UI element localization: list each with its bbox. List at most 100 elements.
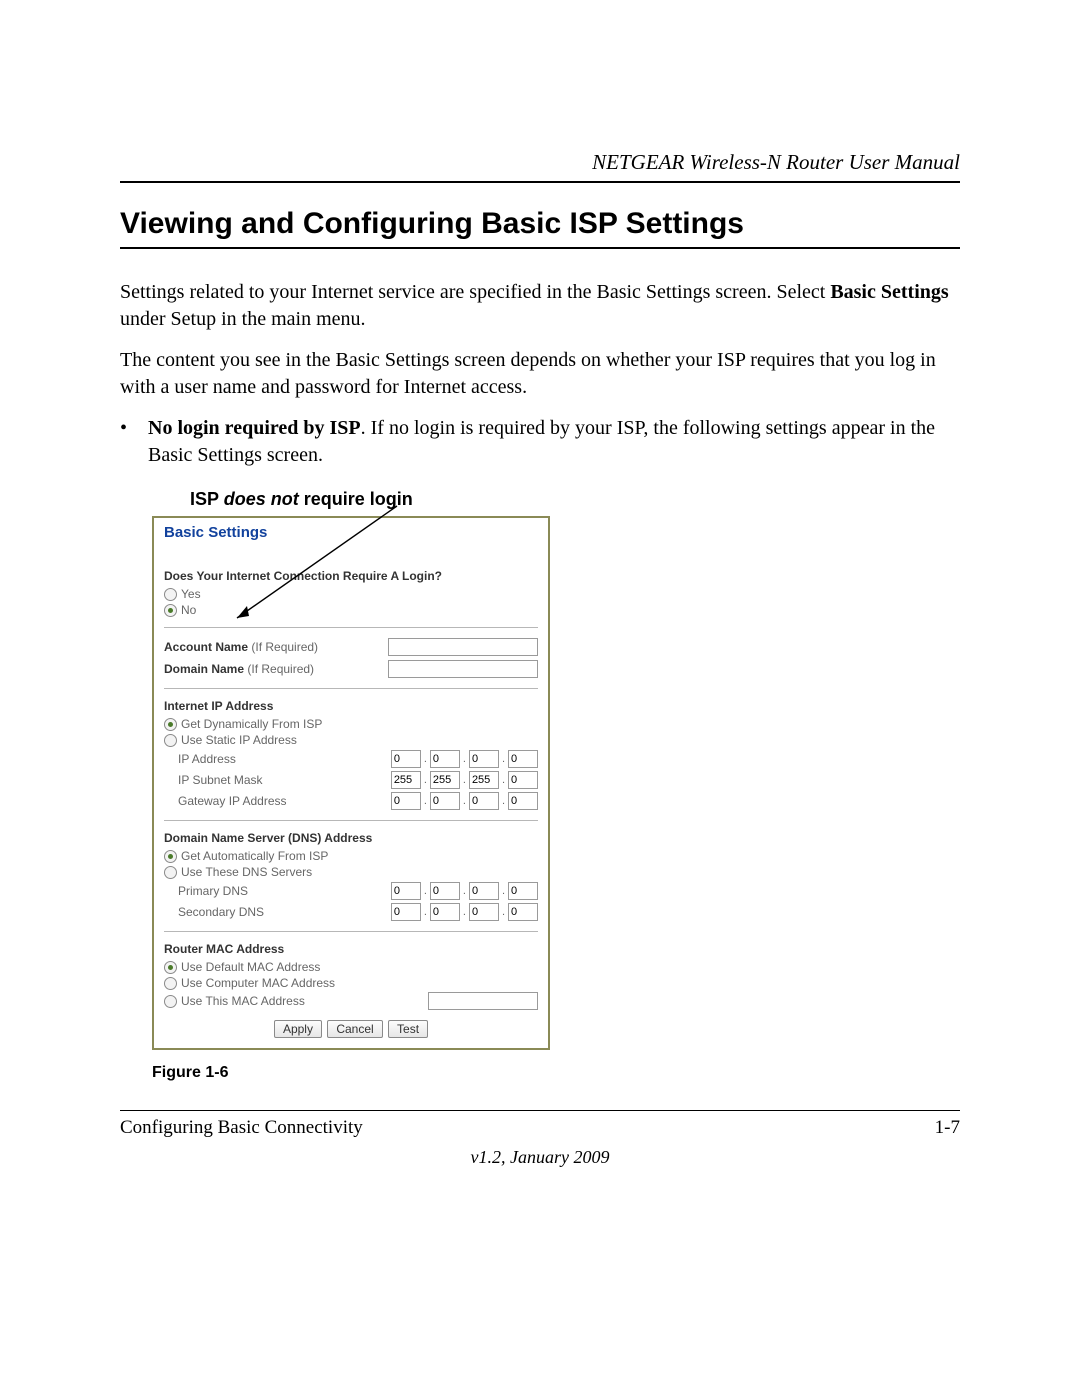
label-dns-auto: Get Automatically From ISP xyxy=(181,849,328,863)
option-yes[interactable]: Yes xyxy=(164,587,538,601)
ip-address-4[interactable] xyxy=(508,750,538,768)
mac-address-input[interactable] xyxy=(428,992,538,1010)
figure-caption: Figure 1-6 xyxy=(152,1064,960,1082)
internet-ip-heading: Internet IP Address xyxy=(164,699,538,713)
domain-name-input[interactable] xyxy=(388,660,538,678)
label-yes: Yes xyxy=(181,587,201,601)
option-mac-this[interactable]: Use This MAC Address xyxy=(164,992,538,1010)
ip-address-3[interactable] xyxy=(469,750,499,768)
gateway-3[interactable] xyxy=(469,792,499,810)
label-dynamic-isp: Get Dynamically From ISP xyxy=(181,717,322,731)
page-number: 1-7 xyxy=(935,1117,960,1139)
gateway-2[interactable] xyxy=(430,792,460,810)
divider xyxy=(164,820,538,821)
paragraph-1c: under Setup in the main menu. xyxy=(120,308,366,330)
divider xyxy=(164,931,538,932)
figure-callout: ISP does not require login xyxy=(190,489,960,510)
manual-title: NETGEAR Wireless-N Router User Manual xyxy=(120,150,960,175)
gateway-1[interactable] xyxy=(391,792,421,810)
secondary-dns-3[interactable] xyxy=(469,903,499,921)
secondary-dns-4[interactable] xyxy=(508,903,538,921)
radio-mac-computer[interactable] xyxy=(164,977,177,990)
if-required-1: (If Required) xyxy=(248,640,318,654)
subnet-2[interactable] xyxy=(430,771,460,789)
option-static-ip[interactable]: Use Static IP Address xyxy=(164,733,538,747)
primary-dns-2[interactable] xyxy=(430,882,460,900)
gateway-4[interactable] xyxy=(508,792,538,810)
heading-rule xyxy=(120,247,960,249)
radio-yes[interactable] xyxy=(164,588,177,601)
radio-static-ip[interactable] xyxy=(164,734,177,747)
basic-settings-panel: Basic Settings Does Your Internet Connec… xyxy=(152,516,550,1050)
bullet-marker: • xyxy=(120,415,148,469)
secondary-dns-1[interactable] xyxy=(391,903,421,921)
radio-mac-this[interactable] xyxy=(164,995,177,1008)
domain-name-text: Domain Name xyxy=(164,662,244,676)
subnet-3[interactable] xyxy=(469,771,499,789)
paragraph-1a: Settings related to your Internet servic… xyxy=(120,281,830,303)
mac-heading: Router MAC Address xyxy=(164,942,538,956)
subnet-1[interactable] xyxy=(391,771,421,789)
ip-address-fields: . . . xyxy=(391,750,538,768)
account-name-label: Account Name (If Required) xyxy=(164,640,318,654)
subnet-4[interactable] xyxy=(508,771,538,789)
dns-heading: Domain Name Server (DNS) Address xyxy=(164,831,538,845)
callout-a: ISP xyxy=(190,489,224,509)
primary-dns-4[interactable] xyxy=(508,882,538,900)
radio-dynamic-isp[interactable] xyxy=(164,718,177,731)
radio-no[interactable] xyxy=(164,604,177,617)
header-rule xyxy=(120,181,960,183)
primary-dns-1[interactable] xyxy=(391,882,421,900)
ip-address-2[interactable] xyxy=(430,750,460,768)
primary-dns-label: Primary DNS xyxy=(178,884,248,898)
label-mac-computer: Use Computer MAC Address xyxy=(181,976,335,990)
label-mac-this: Use This MAC Address xyxy=(181,994,305,1008)
section-heading: Viewing and Configuring Basic ISP Settin… xyxy=(120,207,960,241)
subnet-fields: . . . xyxy=(391,771,538,789)
gateway-label: Gateway IP Address xyxy=(178,794,287,808)
option-no[interactable]: No xyxy=(164,603,538,617)
ip-address-label: IP Address xyxy=(178,752,236,766)
radio-dns-auto[interactable] xyxy=(164,850,177,863)
gateway-fields: . . . xyxy=(391,792,538,810)
bullet-text: No login required by ISP. If no login is… xyxy=(148,415,960,469)
ip-address-1[interactable] xyxy=(391,750,421,768)
test-button[interactable]: Test xyxy=(388,1020,428,1038)
account-name-input[interactable] xyxy=(388,638,538,656)
if-required-2: (If Required) xyxy=(244,662,314,676)
footer-rule xyxy=(120,1110,960,1111)
paragraph-1: Settings related to your Internet servic… xyxy=(120,279,960,333)
label-no: No xyxy=(181,603,196,617)
primary-dns-3[interactable] xyxy=(469,882,499,900)
option-dns-auto[interactable]: Get Automatically From ISP xyxy=(164,849,538,863)
cancel-button[interactable]: Cancel xyxy=(327,1020,382,1038)
option-dynamic-isp[interactable]: Get Dynamically From ISP xyxy=(164,717,538,731)
secondary-dns-2[interactable] xyxy=(430,903,460,921)
option-mac-computer[interactable]: Use Computer MAC Address xyxy=(164,976,538,990)
paragraph-1-bold: Basic Settings xyxy=(830,281,948,303)
subnet-label: IP Subnet Mask xyxy=(178,773,263,787)
secondary-dns-fields: . . . xyxy=(391,903,538,921)
footer-version: v1.2, January 2009 xyxy=(120,1147,960,1168)
secondary-dns-label: Secondary DNS xyxy=(178,905,264,919)
divider xyxy=(164,627,538,628)
divider xyxy=(164,688,538,689)
label-mac-default: Use Default MAC Address xyxy=(181,960,320,974)
radio-mac-default[interactable] xyxy=(164,961,177,974)
option-dns-these[interactable]: Use These DNS Servers xyxy=(164,865,538,879)
bullet-item: • No login required by ISP. If no login … xyxy=(120,415,960,469)
bullet-lead: No login required by ISP xyxy=(148,417,361,439)
label-dns-these: Use These DNS Servers xyxy=(181,865,312,879)
domain-name-label: Domain Name (If Required) xyxy=(164,662,314,676)
login-question: Does Your Internet Connection Require A … xyxy=(164,569,538,583)
footer-left: Configuring Basic Connectivity xyxy=(120,1117,363,1139)
paragraph-2: The content you see in the Basic Setting… xyxy=(120,347,960,401)
apply-button[interactable]: Apply xyxy=(274,1020,322,1038)
option-mac-default[interactable]: Use Default MAC Address xyxy=(164,960,538,974)
primary-dns-fields: . . . xyxy=(391,882,538,900)
callout-em: does not xyxy=(224,489,299,509)
label-static-ip: Use Static IP Address xyxy=(181,733,297,747)
callout-b: require login xyxy=(299,489,413,509)
account-name-text: Account Name xyxy=(164,640,248,654)
radio-dns-these[interactable] xyxy=(164,866,177,879)
